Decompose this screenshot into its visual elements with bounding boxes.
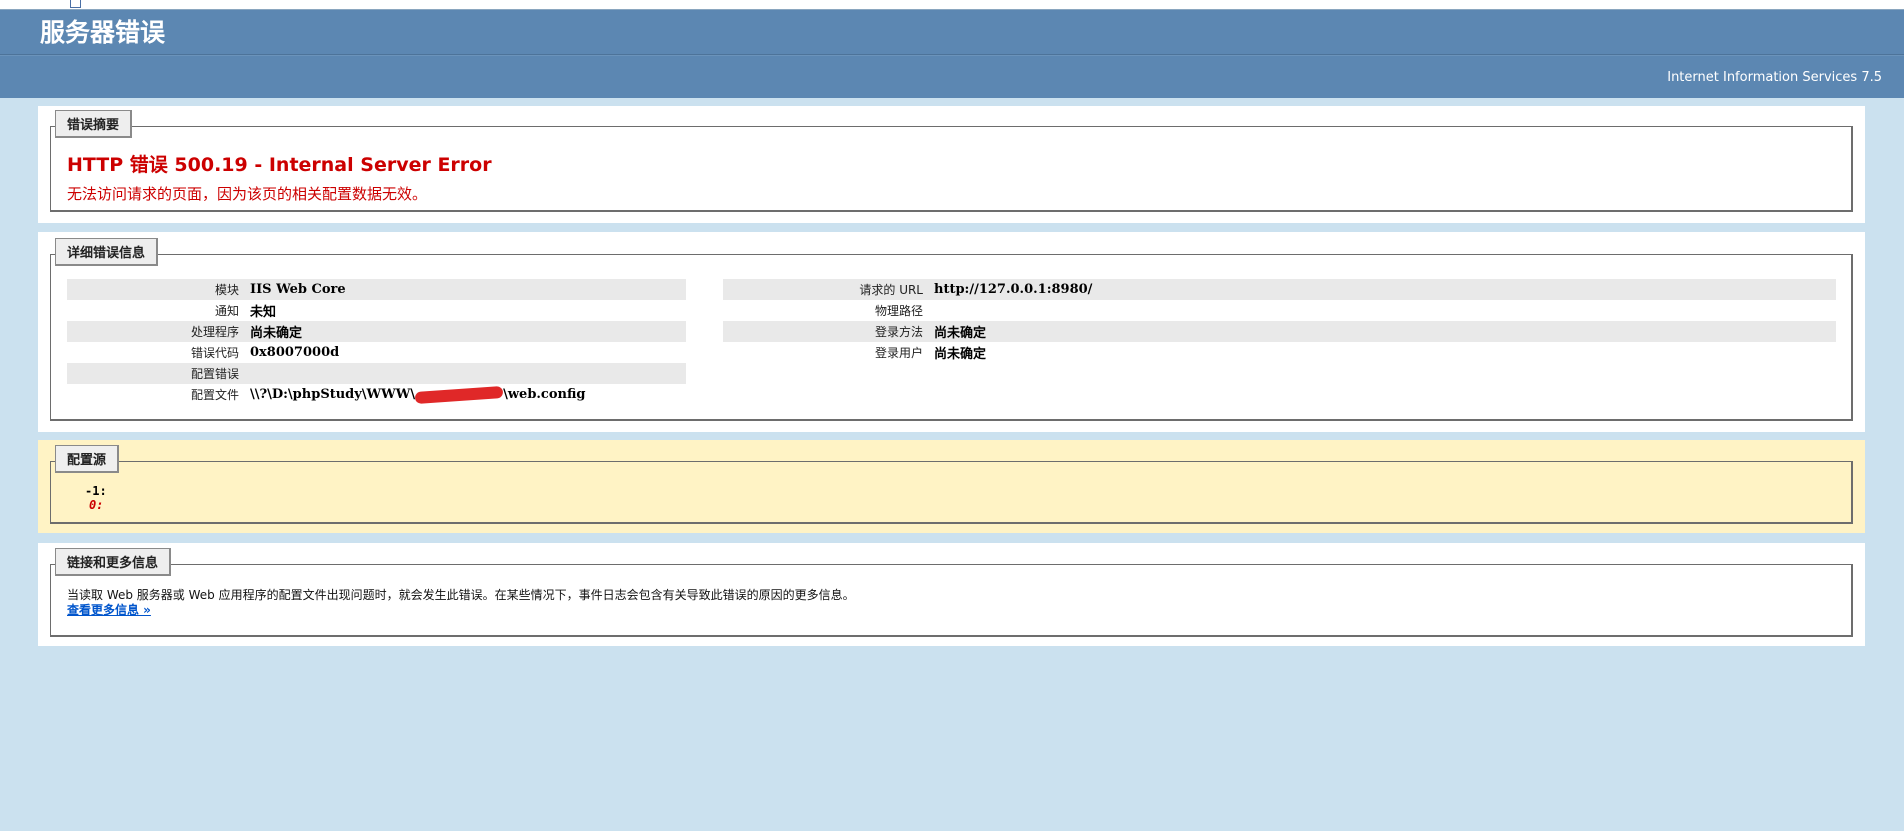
- detail-value: 尚未确定: [934, 326, 987, 341]
- detail-label: 登录方法: [874, 325, 923, 339]
- error-details-legend: 详细错误信息: [55, 238, 159, 266]
- more-info-panel: 链接和更多信息 当读取 Web 服务器或 Web 应用程序的配置文件出现问题时，…: [38, 543, 1865, 646]
- error-details-panel: 详细错误信息 模块 IIS Web Core 通知 未知 处理程序 尚未确定 错…: [38, 232, 1865, 432]
- detail-label: 物理路径: [874, 304, 923, 318]
- detail-row-physical-path: 物理路径: [723, 300, 1836, 321]
- error-details-fieldset: 详细错误信息 模块 IIS Web Core 通知 未知 处理程序 尚未确定 错…: [50, 238, 1853, 421]
- detail-label: 配置文件: [190, 388, 239, 402]
- detail-label: 登录用户: [874, 346, 923, 360]
- more-info-fieldset: 链接和更多信息 当读取 Web 服务器或 Web 应用程序的配置文件出现问题时，…: [50, 548, 1853, 637]
- detail-row-error-code: 错误代码 0x8007000d: [67, 342, 686, 363]
- detail-row-config-file: 配置文件 \\?\D:\phpStudy\WWW\ \web.config: [67, 384, 686, 405]
- detail-row-notification: 通知 未知: [67, 300, 686, 321]
- detail-row-module: 模块 IIS Web Core: [67, 279, 686, 300]
- detail-row-config-error: 配置错误: [67, 363, 686, 384]
- error-summary-legend: 错误摘要: [55, 110, 133, 138]
- config-path-prefix: \\?\D:\phpStudy\WWW\: [250, 387, 416, 402]
- more-info-legend: 链接和更多信息: [55, 548, 172, 576]
- detail-value: 0x8007000d: [250, 345, 340, 360]
- config-source-panel: 配置源 -1: 0:: [38, 440, 1865, 533]
- detail-value: 尚未确定: [250, 326, 303, 341]
- detail-row-request-url: 请求的 URL http://127.0.0.1:8980/: [723, 279, 1836, 300]
- config-source-line-error: 0:: [89, 498, 104, 512]
- details-left-table: 模块 IIS Web Core 通知 未知 处理程序 尚未确定 错误代码 0x8…: [67, 279, 686, 405]
- error-title: HTTP 错误 500.19 - Internal Server Error: [67, 154, 492, 176]
- detail-row-handler: 处理程序 尚未确定: [67, 321, 686, 342]
- config-path-suffix: \web.config: [503, 387, 586, 402]
- header-bar: 服务器错误: [0, 10, 1904, 55]
- error-description: 无法访问请求的页面，因为该页的相关配置数据无效。: [67, 185, 428, 203]
- error-summary-fieldset: 错误摘要 HTTP 错误 500.19 - Internal Server Er…: [50, 110, 1853, 212]
- detail-label: 请求的 URL: [859, 283, 923, 297]
- detail-label: 处理程序: [190, 325, 239, 339]
- detail-value: 尚未确定: [934, 347, 987, 362]
- more-info-text: 当读取 Web 服务器或 Web 应用程序的配置文件出现问题时，就会发生此错误。…: [67, 588, 855, 602]
- detail-label: 配置错误: [190, 367, 239, 381]
- detail-value: 未知: [250, 305, 277, 320]
- config-source-line: -1:: [85, 484, 107, 498]
- top-strip: [0, 0, 1904, 10]
- detail-row-logon-method: 登录方法 尚未确定: [723, 321, 1836, 342]
- page-title: 服务器错误: [40, 18, 166, 47]
- page-icon: [70, 0, 81, 8]
- detail-label: 模块: [214, 283, 239, 297]
- view-more-info-link[interactable]: 查看更多信息 »: [67, 601, 151, 618]
- detail-value: http://127.0.0.1:8980/: [934, 282, 1093, 297]
- server-name: Internet Information Services 7.5: [1667, 70, 1882, 85]
- detail-value: IIS Web Core: [250, 282, 346, 297]
- config-source-legend: 配置源: [55, 445, 120, 473]
- server-bar: Internet Information Services 7.5: [0, 55, 1904, 98]
- detail-label: 错误代码: [190, 346, 239, 360]
- config-source-fieldset: 配置源 -1: 0:: [50, 445, 1853, 524]
- detail-row-logon-user: 登录用户 尚未确定: [723, 342, 1836, 363]
- redaction-mark: [414, 385, 504, 404]
- error-summary-panel: 错误摘要 HTTP 错误 500.19 - Internal Server Er…: [38, 106, 1865, 223]
- detail-value: \\?\D:\phpStudy\WWW\ \web.config: [250, 385, 586, 404]
- detail-label: 通知: [214, 304, 239, 318]
- details-right-table: 请求的 URL http://127.0.0.1:8980/ 物理路径 登录方法…: [723, 279, 1836, 363]
